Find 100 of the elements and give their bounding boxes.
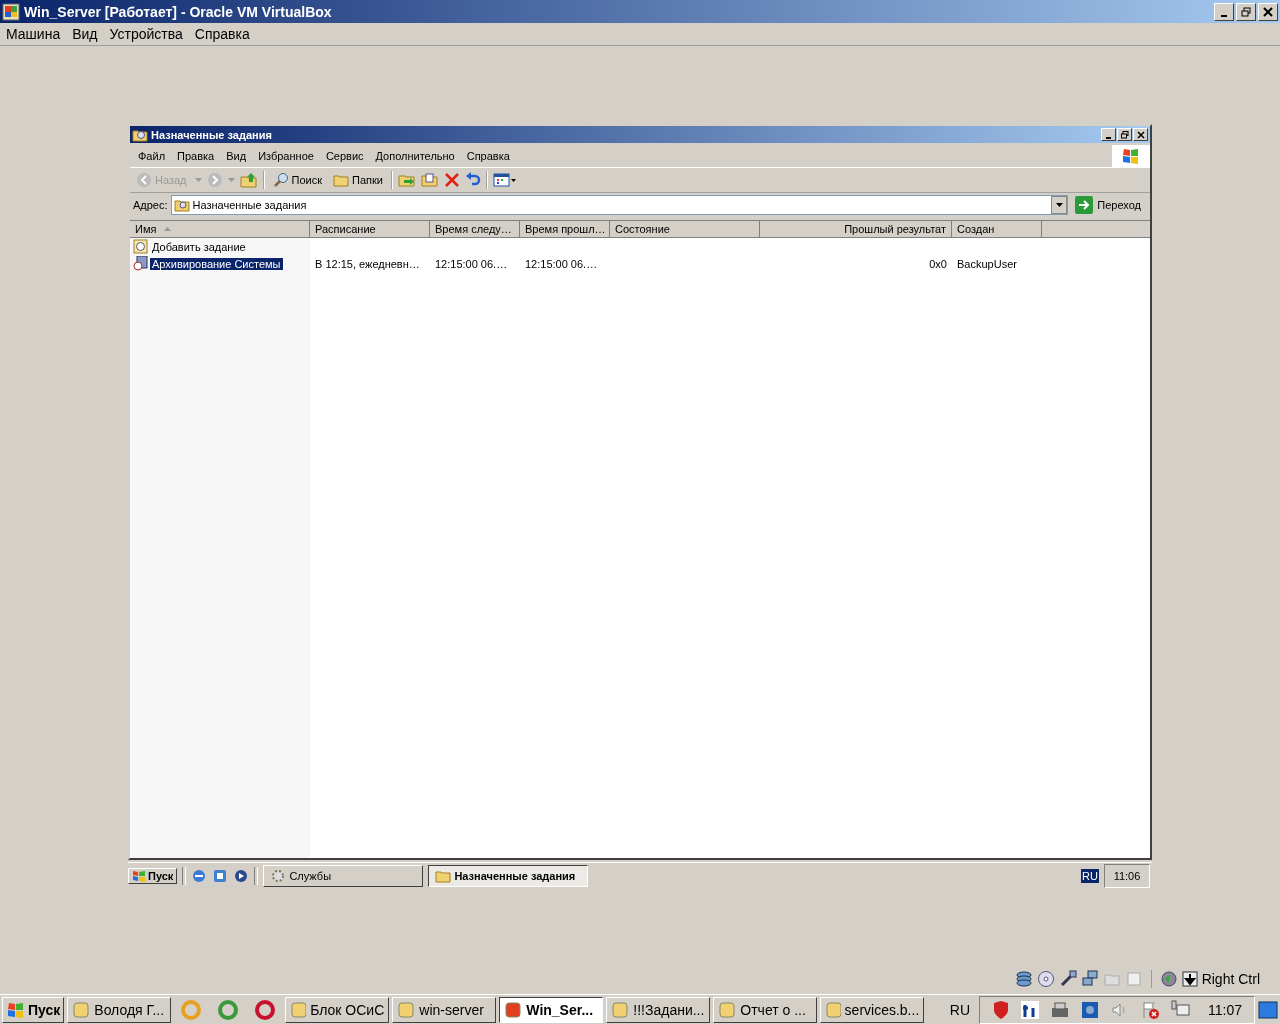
table-cell: 12:15:00 06.… xyxy=(435,257,508,270)
restore-button[interactable] xyxy=(1117,128,1132,141)
menu-item[interactable]: Вид xyxy=(72,26,98,42)
taskbar-button[interactable]: Назначенные задания xyxy=(428,865,589,887)
language-indicator[interactable]: RU xyxy=(1081,869,1099,883)
column-header[interactable]: Состояние xyxy=(610,221,760,238)
app-icon xyxy=(825,1000,841,1019)
move-to-folder-icon[interactable] xyxy=(397,172,416,188)
menu-item[interactable]: Дополнительно xyxy=(375,150,455,162)
minimize-icon xyxy=(1221,14,1227,17)
app-icon xyxy=(504,1000,523,1019)
restore-button[interactable] xyxy=(1236,2,1256,21)
close-icon xyxy=(1263,6,1273,17)
table-cell: 12:15:00 06.… xyxy=(525,257,598,270)
menu-item[interactable]: Справка xyxy=(466,150,510,162)
language-indicator[interactable]: RU xyxy=(943,1001,976,1018)
copy-to-folder-icon[interactable] xyxy=(420,172,439,188)
menu-item[interactable]: Избранное xyxy=(258,150,314,162)
arrow-right-icon xyxy=(1075,196,1094,214)
views-icon[interactable] xyxy=(492,172,517,188)
minimize-icon xyxy=(1106,136,1111,139)
window-title: Назначенные задания xyxy=(151,128,272,141)
restore-icon xyxy=(1120,130,1129,139)
go-button[interactable]: Переход xyxy=(1071,196,1147,214)
restore-icon xyxy=(1241,6,1251,17)
folder-clock-icon xyxy=(132,127,148,142)
taskbar-button[interactable]: Win_Ser... xyxy=(499,996,604,1023)
windows-logo-icon xyxy=(132,870,146,882)
minimize-button[interactable] xyxy=(1101,128,1116,141)
column-header[interactable]: Расписание xyxy=(310,221,430,238)
show-desktop-icon[interactable] xyxy=(1258,1000,1278,1019)
menu-item[interactable]: Вид xyxy=(226,150,247,162)
close-button[interactable] xyxy=(1258,2,1278,21)
folder-up-icon[interactable] xyxy=(239,172,258,188)
table-cell: BackupUser xyxy=(957,257,1017,270)
task-name[interactable]: Добавить задание xyxy=(150,240,248,253)
dropdown-arrow-icon xyxy=(1055,203,1063,207)
host-key-label: Right Ctrl xyxy=(1201,971,1260,987)
column-header[interactable]: Создан xyxy=(952,221,1042,238)
app-icon xyxy=(2,2,20,21)
clock: 11:07 xyxy=(1208,1001,1242,1018)
back-icon xyxy=(136,172,152,188)
taskbar-button[interactable]: Службы xyxy=(263,865,424,887)
taskbar-button[interactable]: Володя Г... xyxy=(67,996,172,1023)
launcher-icon[interactable] xyxy=(217,998,240,1021)
close-icon xyxy=(1136,130,1145,139)
task-clock-icon xyxy=(133,256,148,271)
printer-icon[interactable] xyxy=(1050,1000,1070,1019)
delete-icon[interactable] xyxy=(443,172,460,188)
column-header[interactable]: Время прошл… xyxy=(520,221,610,238)
undo-icon[interactable] xyxy=(464,172,481,188)
menu-item[interactable]: Устройства xyxy=(109,26,183,42)
taskbar-button[interactable]: !!!Задани... xyxy=(606,996,711,1023)
close-button[interactable] xyxy=(1133,128,1148,141)
app-icon xyxy=(290,1000,307,1019)
start-button[interactable]: Пуск xyxy=(2,996,65,1023)
windows-logo-icon xyxy=(6,1000,26,1019)
app-icon xyxy=(72,1000,91,1019)
minimize-button[interactable] xyxy=(1214,2,1234,21)
table-cell: В 12:15, ежедневн… xyxy=(315,257,420,270)
usb-icon[interactable] xyxy=(1058,970,1077,988)
menu-item[interactable]: Правка xyxy=(177,150,215,162)
folder-icon xyxy=(333,173,349,187)
folder-icon xyxy=(435,869,452,883)
search-icon xyxy=(272,172,289,188)
dropdown-button[interactable] xyxy=(1051,196,1068,214)
app-icon xyxy=(397,1000,416,1019)
address-label: Адрес: xyxy=(133,199,168,211)
taskbar-button[interactable]: services.b... xyxy=(820,996,925,1023)
start-button[interactable]: Пуск xyxy=(128,868,178,884)
menu-item[interactable]: Сервис xyxy=(325,150,364,162)
add-task-icon xyxy=(133,239,148,254)
optical-disc-icon[interactable] xyxy=(1036,970,1055,988)
shield-icon[interactable] xyxy=(992,999,1010,1020)
menu-item[interactable]: Справка xyxy=(194,26,250,42)
window-title: Win_Server [Работает] - Oracle VM VirtualBox xyxy=(24,3,332,20)
table-cell: 0x0 xyxy=(929,257,947,270)
column-header[interactable]: Время следу… xyxy=(430,221,520,238)
disk-icon[interactable] xyxy=(1014,970,1033,988)
taskbar-button[interactable]: Блок ОСиС xyxy=(285,996,390,1023)
media-play-icon[interactable] xyxy=(233,868,250,884)
folder-clock-icon xyxy=(173,198,190,212)
app-icon xyxy=(611,1000,630,1019)
column-header[interactable]: Имя xyxy=(130,221,310,238)
chip-icon[interactable] xyxy=(1080,999,1100,1020)
tray-app-icon[interactable] xyxy=(1020,999,1040,1020)
menu-item[interactable]: Файл xyxy=(138,150,166,162)
column-header[interactable]: Прошлый результат xyxy=(760,221,952,238)
search-button[interactable]: Поиск xyxy=(269,172,325,188)
app-icon xyxy=(718,1000,737,1019)
taskbar-button[interactable]: win-server xyxy=(392,996,497,1023)
menu-item[interactable]: Машина xyxy=(6,26,61,42)
address-field[interactable]: Назначенные задания xyxy=(170,195,1069,215)
folders-button[interactable]: Папки xyxy=(330,173,386,187)
taskbar-button[interactable]: Отчет о ... xyxy=(713,996,818,1023)
network-icon[interactable] xyxy=(1080,970,1099,988)
flag-error-icon[interactable] xyxy=(1140,999,1160,1020)
launcher-icon[interactable] xyxy=(254,998,277,1021)
clock: 11:06 xyxy=(1104,864,1150,888)
down-arrow-box-icon[interactable] xyxy=(1181,971,1198,987)
